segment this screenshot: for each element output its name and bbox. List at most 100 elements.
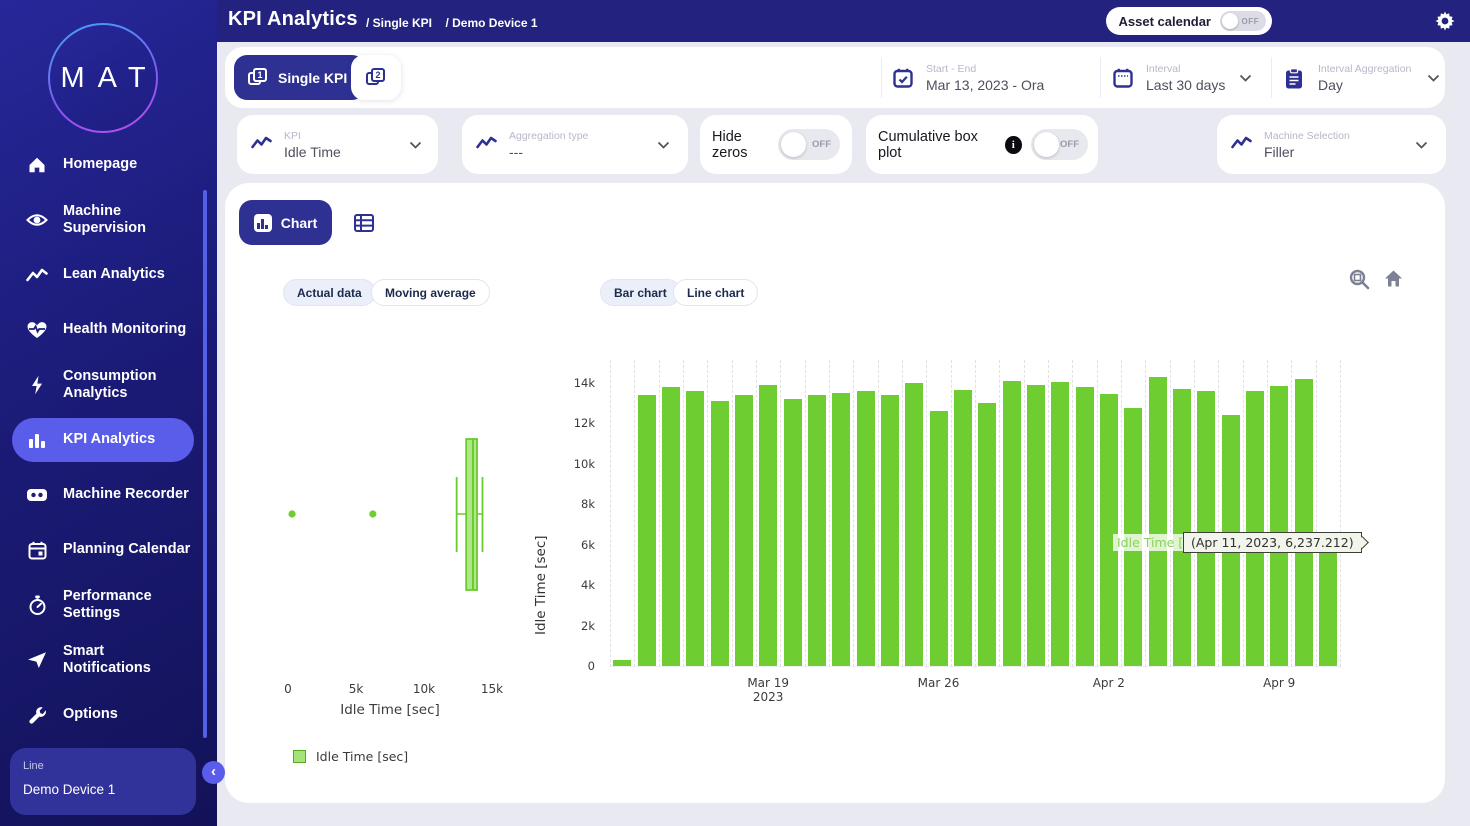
bar[interactable] — [978, 403, 996, 666]
bar[interactable] — [930, 411, 948, 666]
asset-calendar-switch[interactable]: OFF — [1220, 11, 1266, 31]
gear-icon[interactable] — [1435, 11, 1455, 31]
wrench-icon — [26, 704, 48, 726]
bar-x-tick: Mar 26 — [894, 677, 984, 691]
bar-x-tick: Apr 2 — [1064, 677, 1154, 691]
sidebar-item-options[interactable]: Options — [12, 693, 194, 737]
kpi-select[interactable]: KPI Idle Time — [237, 115, 438, 174]
bar-y-tick: 14k — [551, 376, 595, 390]
sidebar-item-consumption-analytics[interactable]: Consumption Analytics — [12, 363, 194, 407]
calendar-check-icon — [893, 68, 913, 88]
line-chart-button[interactable]: Line chart — [673, 279, 758, 306]
bar[interactable] — [711, 401, 729, 666]
asset-calendar-toggle[interactable]: Asset calendar OFF — [1106, 7, 1273, 35]
filter-bar: 1 Single KPI 2 Start - End Mar 13, 2023 … — [225, 47, 1445, 108]
outlier-point[interactable] — [369, 510, 376, 517]
box-plot-svg: 05k10k15kIdle Time [sec] — [240, 355, 560, 720]
eye-icon — [26, 209, 48, 231]
machine-selection-select[interactable]: Machine Selection Filler — [1217, 115, 1446, 174]
bar[interactable] — [954, 390, 972, 666]
bar[interactable] — [1027, 385, 1045, 666]
bar[interactable] — [784, 399, 802, 666]
sidebar-item-performance-settings[interactable]: Performance Settings — [12, 583, 194, 627]
bar[interactable] — [1295, 379, 1313, 666]
home-icon[interactable] — [1383, 269, 1404, 290]
sidebar-item-label: Performance Settings — [63, 588, 194, 623]
bar[interactable] — [905, 383, 923, 666]
sidebar-item-label: KPI Analytics — [63, 431, 194, 448]
aggregation-type-select[interactable]: Aggregation type --- — [462, 115, 688, 174]
bar[interactable] — [1149, 377, 1167, 666]
bar[interactable] — [808, 395, 826, 666]
bar[interactable] — [1003, 381, 1021, 666]
sidebar-item-smart-notifications[interactable]: Smart Notifications — [12, 638, 194, 682]
sidebar-item-label: Machine Supervision — [63, 203, 194, 238]
gridline — [1121, 360, 1122, 667]
interval-value: Last 30 days — [1146, 77, 1225, 93]
breadcrumb-item[interactable]: / Demo Device 1 — [445, 16, 537, 30]
sidebar-item-lean-analytics[interactable]: Lean Analytics — [12, 253, 194, 297]
bar-y-tick: 10k — [551, 457, 595, 471]
trend-icon — [1231, 135, 1251, 155]
bar[interactable] — [1319, 540, 1337, 666]
gridline — [926, 360, 927, 667]
bar[interactable] — [881, 395, 899, 666]
sidebar-item-homepage[interactable]: Homepage — [12, 143, 194, 187]
sidebar-item-health-monitoring[interactable]: Health Monitoring — [12, 308, 194, 352]
single-kpi-tab[interactable]: 1 Single KPI — [234, 55, 365, 100]
bar[interactable] — [1100, 394, 1118, 666]
bar-chart-button[interactable]: Bar chart — [600, 279, 681, 306]
start-end-label: Start - End — [926, 63, 1044, 75]
sidebar-collapse-button[interactable]: ‹ — [202, 761, 225, 784]
heart-pulse-icon — [26, 319, 48, 341]
box-x-tick: 0 — [284, 682, 292, 696]
sidebar-item-machine-recorder[interactable]: Machine Recorder — [12, 473, 194, 517]
tooltip-text: (Apr 11, 2023, 6,237.212) — [1191, 535, 1354, 550]
chart-tab-label: Chart — [281, 215, 318, 231]
toggle-knob — [1222, 13, 1238, 29]
interval-aggregation-field[interactable]: Interval Aggregation Day — [1285, 47, 1440, 108]
divider — [1100, 57, 1101, 98]
moving-average-button[interactable]: Moving average — [371, 279, 490, 306]
bar[interactable] — [832, 393, 850, 666]
bar[interactable] — [1076, 387, 1094, 666]
info-icon[interactable]: i — [1005, 136, 1022, 154]
bar[interactable] — [1270, 386, 1288, 666]
breadcrumb-item[interactable]: / Single KPI — [366, 16, 432, 30]
sidebar-item-machine-supervision[interactable]: Machine Supervision — [12, 198, 194, 242]
sidebar-item-planning-calendar[interactable]: Planning Calendar — [12, 528, 194, 572]
cumulative-box-plot-switch[interactable]: OFF — [1031, 129, 1088, 160]
sidebar-item-kpi-analytics[interactable]: KPI Analytics — [12, 418, 194, 462]
toggle-state: OFF — [1060, 139, 1079, 150]
box-plot[interactable]: 05k10k15kIdle Time [sec] — [240, 355, 560, 720]
chart-tab[interactable]: Chart — [239, 200, 332, 245]
legend-item[interactable]: Idle Time [sec] — [293, 749, 408, 764]
zoom-icon[interactable] — [1349, 269, 1370, 290]
gridline — [1097, 360, 1098, 667]
sidebar-scrollbar[interactable] — [203, 190, 207, 738]
bar[interactable] — [686, 391, 704, 666]
table-tab-icon[interactable] — [353, 212, 375, 234]
bar[interactable] — [613, 660, 631, 666]
outlier-point[interactable] — [288, 510, 295, 517]
bar[interactable] — [638, 395, 656, 666]
actual-data-button[interactable]: Actual data — [283, 279, 376, 306]
hide-zeros-switch[interactable]: OFF — [778, 129, 840, 160]
bar[interactable] — [857, 391, 875, 666]
bar[interactable] — [662, 387, 680, 666]
box[interactable] — [466, 439, 477, 590]
bar[interactable] — [1197, 391, 1215, 666]
bar-plot[interactable]: Idle Time [sec] 02k4k6k8k10k12k14kMar 19… — [610, 360, 1340, 667]
multi-kpi-tab[interactable]: 2 — [351, 55, 401, 100]
bar[interactable] — [759, 385, 777, 666]
chevron-down-icon — [1415, 141, 1428, 149]
gridline — [1170, 360, 1171, 667]
bar[interactable] — [1246, 391, 1264, 666]
bar[interactable] — [1051, 382, 1069, 666]
gridline — [1145, 360, 1146, 667]
bar[interactable] — [1173, 389, 1191, 666]
gridline — [999, 360, 1000, 667]
bar[interactable] — [735, 395, 753, 666]
interval-field[interactable]: Interval Last 30 days — [1113, 47, 1252, 108]
start-end-field[interactable]: Start - End Mar 13, 2023 - Ora — [893, 47, 1044, 108]
